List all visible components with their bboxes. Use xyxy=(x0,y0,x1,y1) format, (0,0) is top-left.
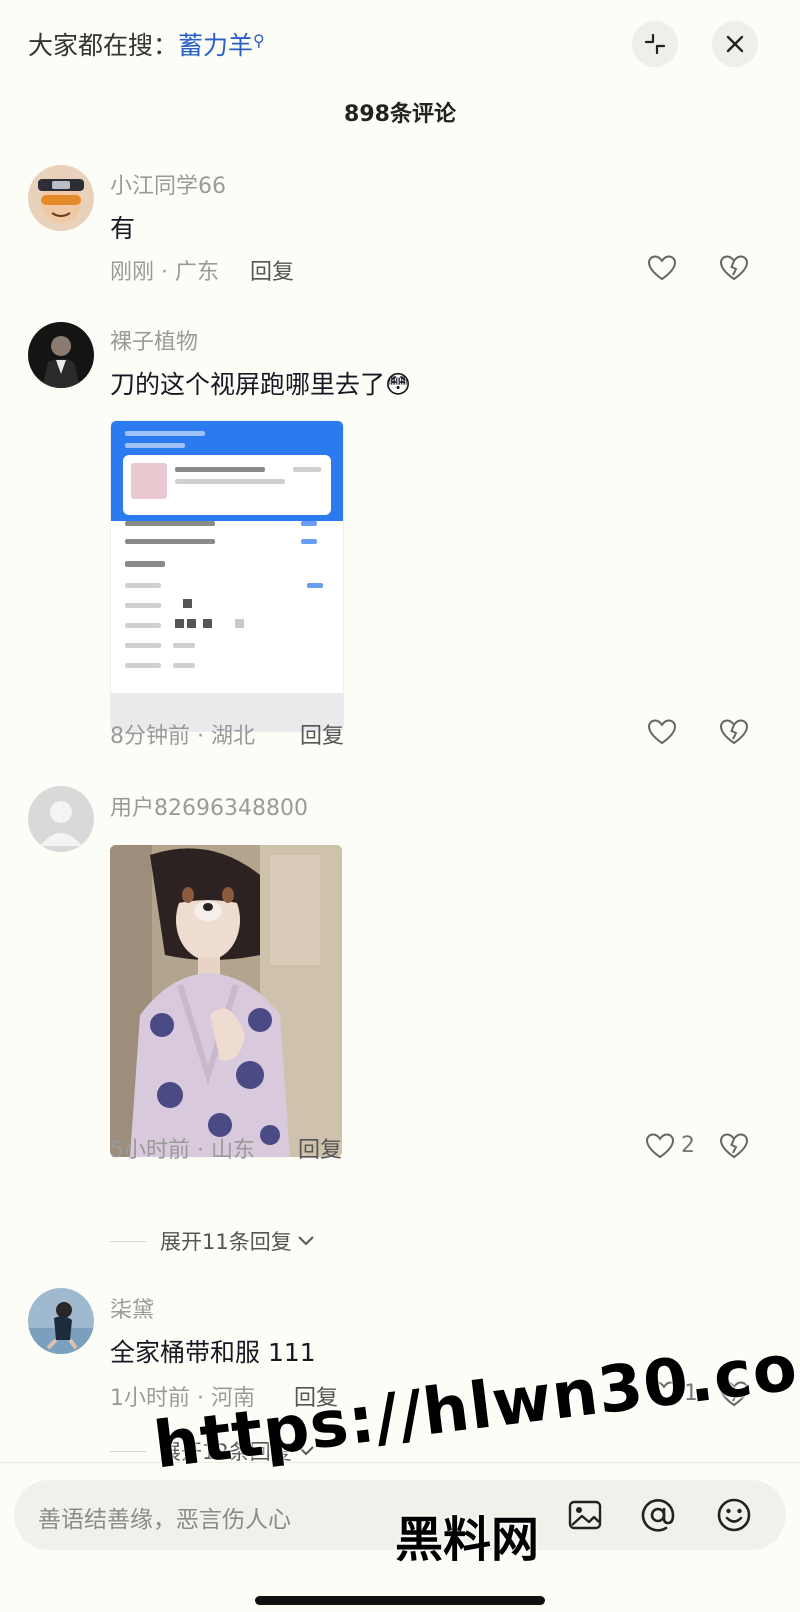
comment-text: 全家桶带和服 111 xyxy=(110,1338,316,1367)
screenshot-line xyxy=(125,561,165,567)
screenshot-line xyxy=(293,467,321,472)
reply-button[interactable]: 回复 xyxy=(300,718,344,750)
screenshot-line xyxy=(125,623,161,628)
screenshot-line xyxy=(175,467,265,472)
screenshot-line xyxy=(301,539,317,544)
comment-image-photo[interactable] xyxy=(110,845,342,1157)
close-button[interactable] xyxy=(712,21,758,67)
avatar[interactable] xyxy=(28,165,94,231)
comment-input-placeholder: 善语结善缘，恶言伤人心 xyxy=(38,1507,291,1533)
comment-username[interactable]: 柒黛 xyxy=(110,1292,154,1324)
screenshot-redaction xyxy=(183,599,192,608)
chevron-down-icon xyxy=(298,1236,314,1246)
screenshot-title-bar xyxy=(125,431,205,436)
comment-image-screenshot[interactable] xyxy=(110,420,344,732)
screenshot-line xyxy=(125,643,161,648)
image-icon[interactable] xyxy=(565,1495,605,1535)
mention-icon[interactable] xyxy=(638,1495,678,1535)
screenshot-line xyxy=(173,663,195,668)
screenshot-line xyxy=(175,479,285,484)
collapse-icon xyxy=(644,33,666,55)
avatar[interactable] xyxy=(28,1288,94,1354)
reply-button[interactable]: 回复 xyxy=(298,1132,342,1164)
comment-text: 刀的这个视屏跑哪里去了 xyxy=(110,370,386,399)
search-keyword[interactable]: 蓄力羊 xyxy=(178,31,253,60)
comment-text-row: 刀的这个视屏跑哪里去了😳 xyxy=(110,365,411,401)
screenshot-line xyxy=(125,603,161,608)
comment-username[interactable]: 用户82696348800 xyxy=(110,790,308,822)
flushed-face-emoji-icon: 😳 xyxy=(385,370,412,399)
like-icon[interactable] xyxy=(646,252,678,284)
comment-count-title: 898条评论 xyxy=(344,102,456,127)
divider-line xyxy=(110,1240,146,1242)
screenshot-line xyxy=(125,583,161,588)
dislike-icon[interactable] xyxy=(718,1130,750,1162)
input-divider xyxy=(0,1462,800,1463)
emoji-icon[interactable] xyxy=(714,1495,754,1535)
comment-meta: 5小时前 · 山东 xyxy=(110,1138,255,1163)
search-icon: ⚲ xyxy=(253,31,265,50)
dislike-icon[interactable] xyxy=(718,252,750,284)
home-indicator[interactable] xyxy=(255,1596,545,1605)
avatar-image xyxy=(28,322,94,388)
screenshot-product-image xyxy=(131,463,167,499)
screenshot-subtitle-bar xyxy=(125,443,185,448)
avatar-image xyxy=(28,1288,94,1354)
close-icon xyxy=(726,35,744,53)
expand-replies-button[interactable]: 展开11条回复 xyxy=(110,1226,316,1256)
default-avatar[interactable] xyxy=(28,786,94,852)
search-suggestion[interactable]: 大家都在搜：蓄力羊⚲ xyxy=(28,26,265,62)
reply-button[interactable]: 回复 xyxy=(250,254,294,286)
screenshot-redaction xyxy=(235,619,244,628)
avatar-image xyxy=(28,165,94,231)
divider-line xyxy=(110,1450,146,1452)
dislike-icon[interactable] xyxy=(718,716,750,748)
watermark-name: 黑料网 xyxy=(395,1512,540,1568)
screenshot-line xyxy=(125,521,215,526)
comment-username[interactable]: 裸子植物 xyxy=(110,324,198,356)
comment-meta: 8分钟前 · 湖北 xyxy=(110,724,255,749)
screenshot-redaction xyxy=(203,619,212,628)
screenshot-line xyxy=(125,539,215,544)
search-prefix: 大家都在搜： xyxy=(28,31,179,60)
screenshot-line xyxy=(125,663,161,668)
screenshot-redaction xyxy=(187,619,196,628)
screenshot-line xyxy=(173,643,195,648)
photo-image xyxy=(110,845,342,1157)
avatar[interactable] xyxy=(28,322,94,388)
screenshot-card xyxy=(123,455,331,515)
like-icon[interactable] xyxy=(646,716,678,748)
screenshot-line xyxy=(307,583,323,588)
screenshot-line xyxy=(301,521,317,526)
screenshot-redaction xyxy=(175,619,184,628)
comment-meta: 刚刚 · 广东 xyxy=(110,260,219,285)
like-count: 2 xyxy=(681,1133,695,1158)
collapse-button[interactable] xyxy=(632,21,678,67)
default-avatar-icon xyxy=(28,786,94,852)
expand-replies-label: 展开11条回复 xyxy=(160,1230,292,1254)
comment-text: 有 xyxy=(110,214,136,243)
comment-username[interactable]: 小江同学66 xyxy=(110,168,226,200)
like-icon[interactable] xyxy=(644,1130,676,1162)
